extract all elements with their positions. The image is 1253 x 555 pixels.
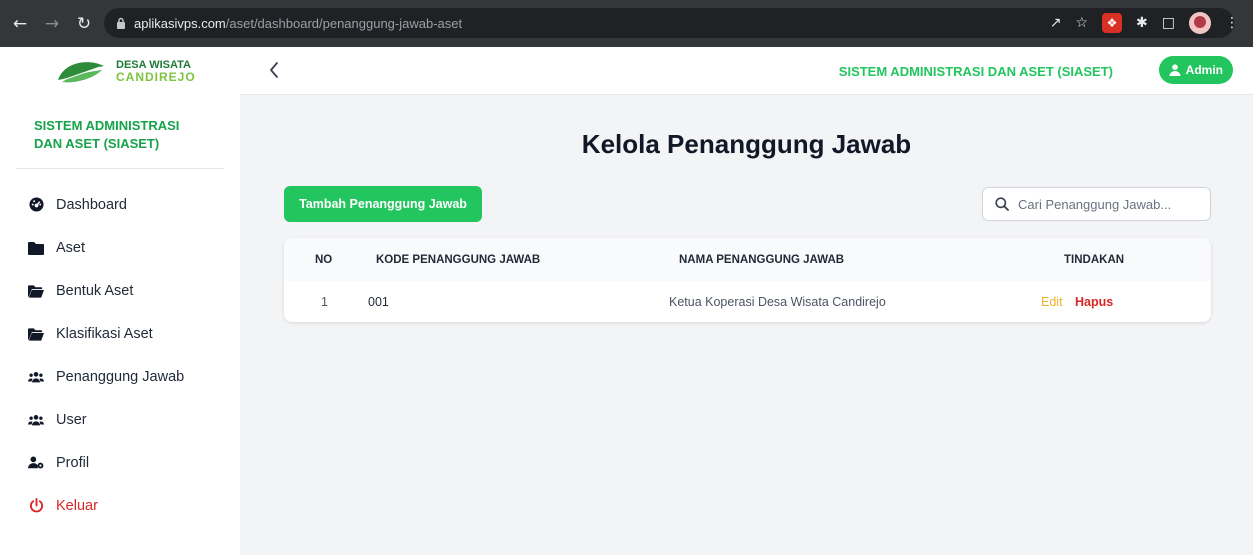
brand-name-line2: CANDIREJO [116, 70, 196, 84]
sidebar-item-aset[interactable]: Aset [0, 226, 240, 269]
column-header-nama: NAMA PENANGGUNG JAWAB [679, 254, 845, 266]
cell-nama: Ketua Koperasi Desa Wisata Candirejo [669, 295, 886, 309]
search-icon [995, 197, 1009, 211]
admin-user-label: Admin [1185, 63, 1223, 77]
user-icon [1169, 64, 1181, 76]
back-arrow-icon[interactable]: ← [8, 14, 32, 34]
table-header: NO KODE PENANGGUNG JAWAB NAMA PENANGGUNG… [284, 238, 1211, 281]
edit-link[interactable]: Edit [1041, 295, 1063, 309]
system-title: SISTEM ADMINISTRASI DAN ASET (SIASET) [34, 118, 180, 151]
penanggung-jawab-table: NO KODE PENANGGUNG JAWAB NAMA PENANGGUNG… [284, 238, 1211, 322]
sidebar-item-label: Dashboard [56, 196, 127, 213]
sidebar-item-label: Aset [56, 239, 86, 256]
users-icon [28, 369, 44, 385]
sidebar-menu: Dashboard Aset Bentuk Aset Klasifikasi A… [0, 169, 240, 527]
page-title: Kelola Penanggung Jawab [581, 129, 912, 159]
reload-icon[interactable]: ↻ [72, 14, 96, 34]
share-icon[interactable]: ↗ [1050, 12, 1062, 34]
sidebar-item-label: User [56, 411, 87, 428]
sidebar-item-label: Keluar [56, 497, 98, 514]
folder-open-icon [28, 326, 44, 342]
sidebar-item-label: Klasifikasi Aset [56, 325, 153, 342]
cell-no: 1 [321, 295, 328, 309]
column-header-tindakan: TINDAKAN [1064, 254, 1125, 266]
extension-icon[interactable]: ❖ [1102, 13, 1123, 33]
sidebar-item-label: Bentuk Aset [56, 282, 134, 299]
browser-toolbar: ← → ↻ aplikasivps.com/aset/dashboard/pen… [0, 0, 1253, 47]
sidebar-item-penanggung-jawab[interactable]: Penanggung Jawab [0, 355, 240, 398]
chevron-left-icon[interactable] [268, 61, 280, 79]
sidebar-item-dashboard[interactable]: Dashboard [0, 183, 240, 226]
folder-open-icon [28, 283, 44, 299]
address-url: aplikasivps.com/aset/dashboard/penanggun… [134, 15, 463, 31]
power-icon [28, 498, 44, 514]
more-menu-icon[interactable]: ⋮ [1225, 12, 1239, 34]
leaf-logo-icon [58, 62, 104, 83]
sidebar-item-bentuk-aset[interactable]: Bentuk Aset [0, 269, 240, 312]
add-penanggung-jawab-button[interactable]: Tambah Penanggung Jawab [284, 186, 482, 222]
sidepanel-icon[interactable]: □ [1162, 12, 1175, 34]
sidebar-item-user[interactable]: User [0, 398, 240, 441]
folder-icon [28, 240, 44, 256]
table-row: 1 001 Ketua Koperasi Desa Wisata Candire… [284, 281, 1211, 322]
forward-arrow-icon[interactable]: → [40, 14, 64, 34]
sidebar-item-profil[interactable]: Profil [0, 441, 240, 484]
cell-kode: 001 [368, 295, 389, 309]
sidebar-item-label: Profil [56, 454, 90, 471]
bookmark-star-icon[interactable]: ☆ [1075, 12, 1088, 34]
app-title: SISTEM ADMINISTRASI DAN ASET (SIASET) [838, 64, 1113, 79]
brand-logo[interactable]: DESA WISATA CANDIREJO [0, 47, 240, 95]
search-input[interactable] [1018, 196, 1198, 212]
top-bar: SISTEM ADMINISTRASI DAN ASET (SIASET) Ad… [240, 47, 1253, 95]
sidebar: DESA WISATA CANDIREJO SISTEM ADMINISTRAS… [0, 47, 240, 555]
lock-icon [117, 17, 125, 29]
dashboard-icon [28, 197, 44, 213]
user-gear-icon [28, 455, 44, 471]
search-box [982, 187, 1211, 221]
extensions-puzzle-icon[interactable]: ✱ [1136, 12, 1148, 34]
hapus-link[interactable]: Hapus [1075, 295, 1113, 309]
admin-user-button[interactable]: Admin [1158, 56, 1233, 84]
column-header-kode: KODE PENANGGUNG JAWAB [376, 254, 541, 266]
sidebar-item-klasifikasi-aset[interactable]: Klasifikasi Aset [0, 312, 240, 355]
sidebar-item-keluar[interactable]: Keluar [0, 484, 240, 527]
column-header-no: NO [315, 254, 333, 266]
sidebar-item-label: Penanggung Jawab [56, 368, 185, 385]
users-icon [28, 412, 44, 428]
profile-avatar[interactable] [1189, 12, 1211, 34]
